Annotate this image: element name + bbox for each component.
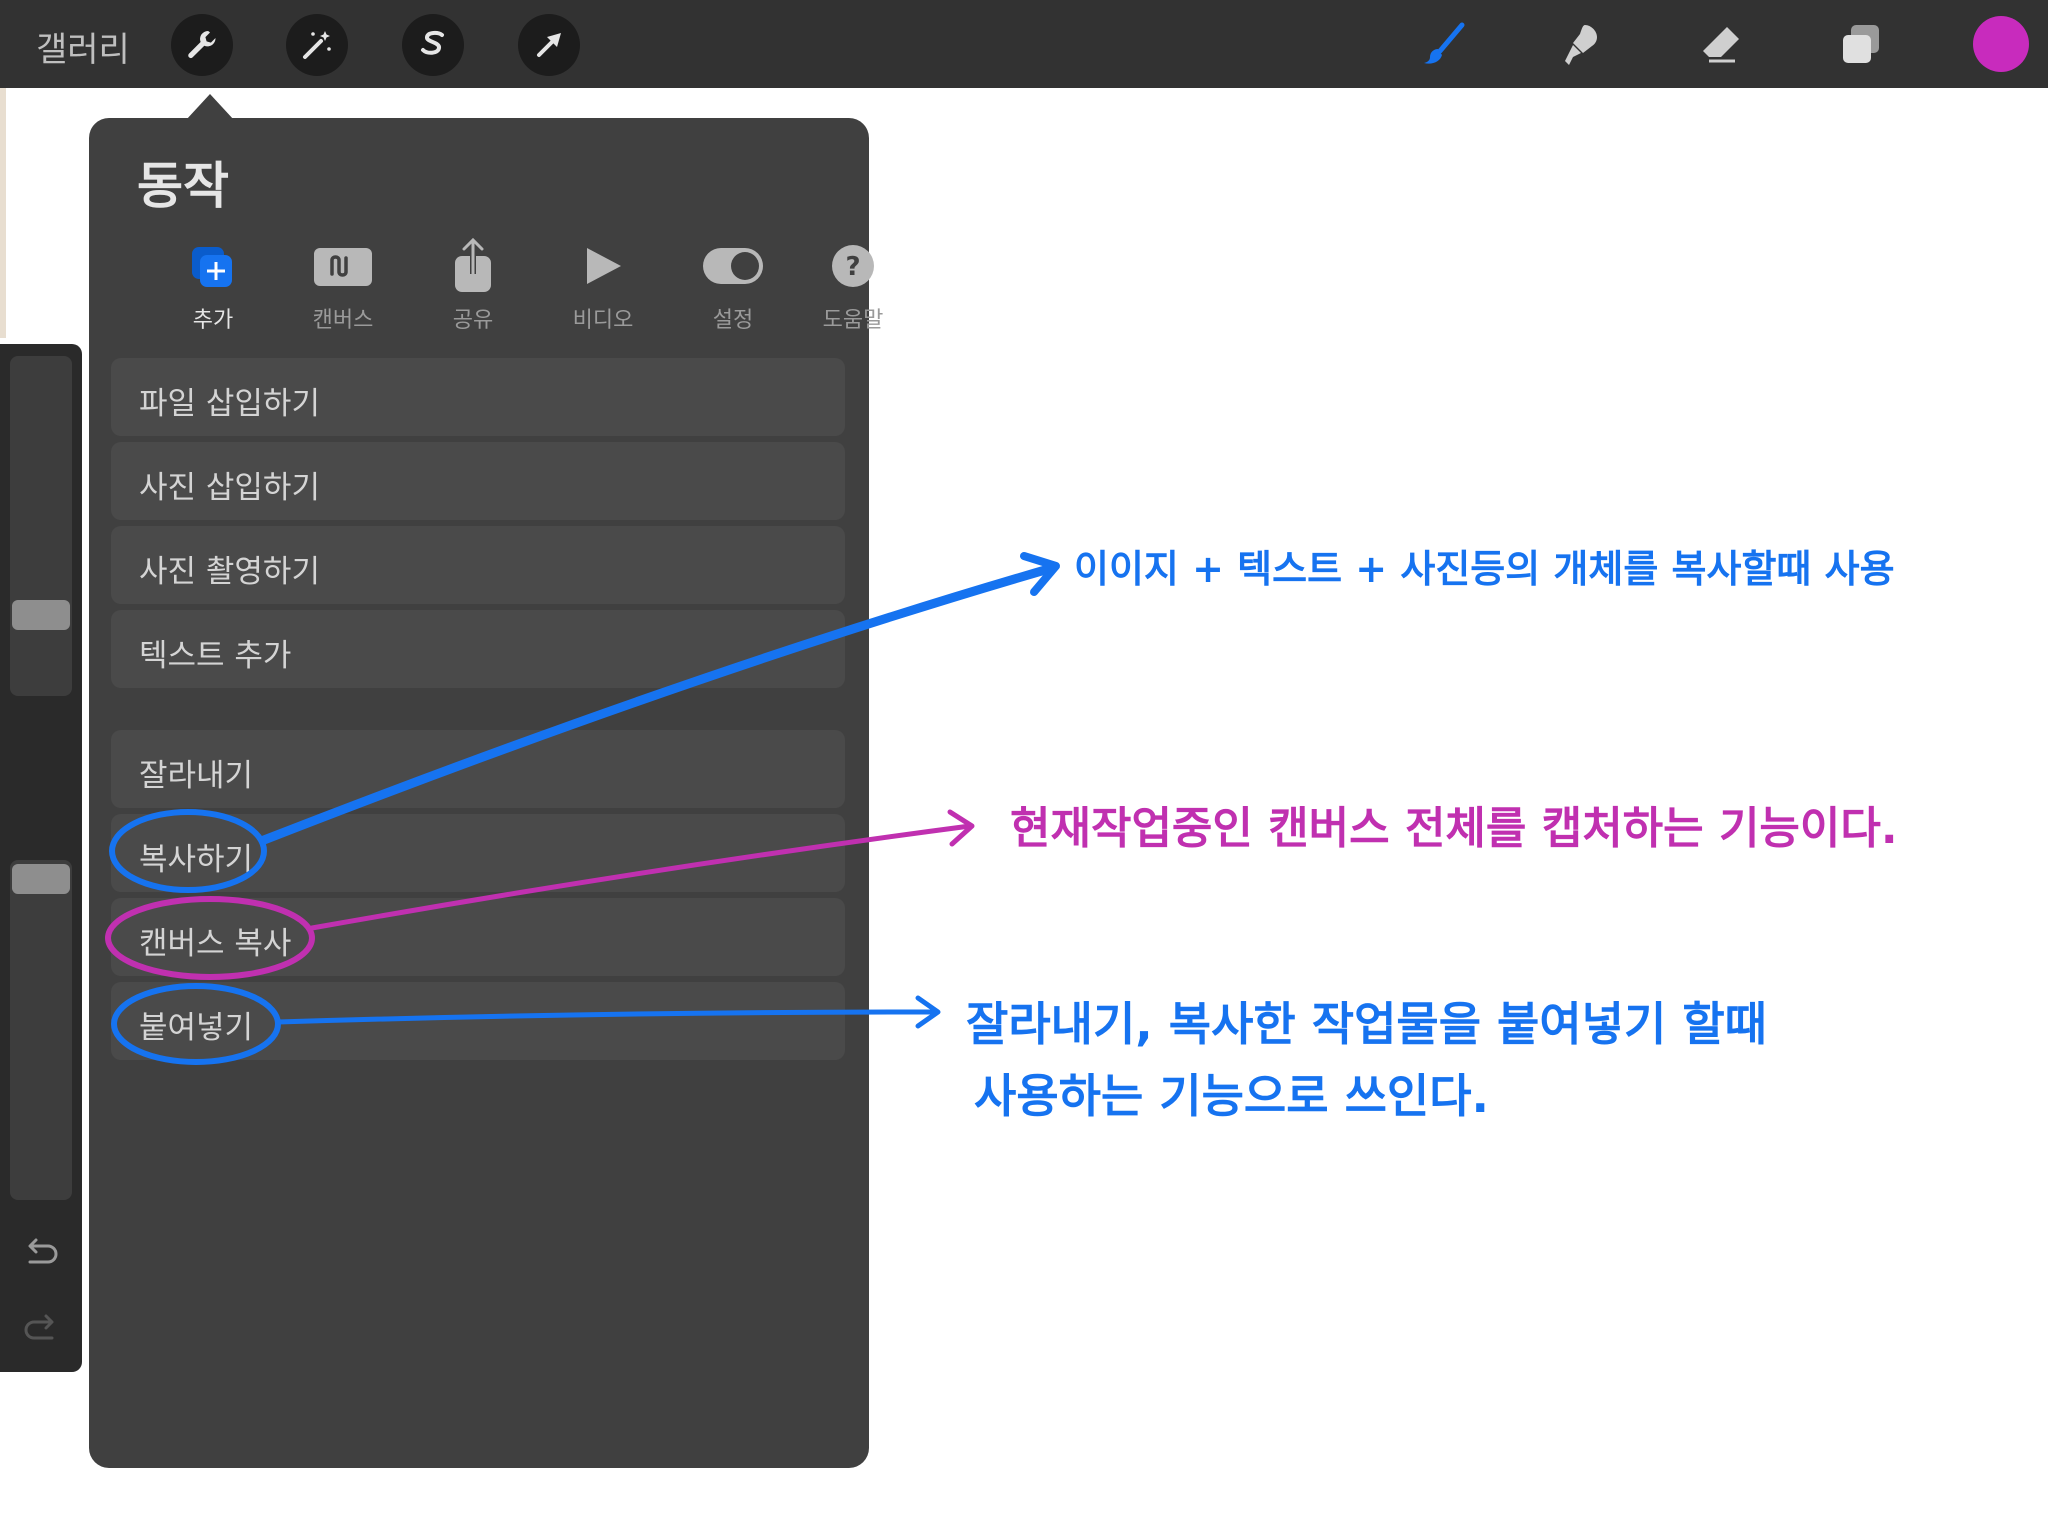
transform-arrow-icon — [537, 33, 561, 57]
paste-arrowhead — [915, 995, 941, 1029]
tab-video[interactable]: 비디오 — [543, 236, 663, 334]
tab-help[interactable]: ? 도움말 — [793, 236, 913, 334]
opacity-slider[interactable] — [10, 860, 72, 1200]
toggle-icon — [703, 248, 763, 284]
selection-s-icon — [421, 30, 444, 55]
tab-label: 캔버스 — [312, 308, 374, 333]
menu-copy-canvas[interactable]: 캔버스 복사 — [111, 898, 845, 976]
canvas-icon — [314, 248, 372, 286]
wrench-icon — [188, 31, 216, 59]
color-picker-button[interactable] — [1973, 16, 2029, 72]
brush-size-handle[interactable] — [12, 600, 70, 630]
help-icon: ? — [832, 245, 874, 287]
redo-icon[interactable] — [20, 1310, 62, 1352]
popover-title: 동작 — [137, 157, 229, 215]
eraser-icon — [1703, 27, 1739, 63]
left-sidebar — [0, 344, 82, 1372]
magic-wand-icon — [303, 31, 331, 59]
copy-arrowhead — [1020, 552, 1060, 596]
share-icon — [455, 237, 491, 292]
menu-cut[interactable]: 잘라내기 — [111, 730, 845, 808]
tab-label: 비디오 — [572, 308, 634, 333]
top-toolbar: 갤러리 — [0, 0, 2048, 88]
actions-wrench-button[interactable] — [171, 14, 233, 76]
menu-insert-photo[interactable]: 사진 삽입하기 — [111, 442, 845, 520]
brush-tool-button[interactable] — [1413, 14, 1475, 76]
canvas-edge — [0, 88, 6, 338]
add-icon — [192, 247, 232, 287]
menu-item-label: 파일 삽입하기 — [139, 386, 320, 422]
undo-icon[interactable] — [20, 1234, 62, 1276]
menu-take-photo[interactable]: 사진 촬영하기 — [111, 526, 845, 604]
opacity-handle[interactable] — [12, 864, 70, 894]
copy-annotation: 이이지 + 텍스트 + 사진등의 개체를 복사할때 사용 — [1074, 547, 1895, 591]
eraser-tool-button[interactable] — [1690, 14, 1752, 76]
menu-insert-file[interactable]: 파일 삽입하기 — [111, 358, 845, 436]
menu-add-text[interactable]: 텍스트 추가 — [111, 610, 845, 688]
tab-label: 도움말 — [822, 308, 884, 333]
layers-button[interactable] — [1830, 14, 1892, 76]
tab-add[interactable]: 추가 — [153, 236, 273, 334]
menu-item-label: 사진 삽입하기 — [139, 470, 320, 506]
layers-icon — [1843, 25, 1879, 63]
menu-item-label: 텍스트 추가 — [139, 638, 292, 674]
smudge-tool-button[interactable] — [1550, 14, 1612, 76]
popover-arrow — [186, 94, 234, 120]
tab-label: 설정 — [712, 308, 754, 333]
menu-paste[interactable]: 붙여넣기 — [111, 982, 845, 1060]
smudge-icon — [1565, 25, 1597, 65]
actions-popover: 동작 추가 캔버스 공유 비디오 설정 ? 도움말 파일 삽입하기 사진 삽입하… — [89, 118, 883, 1468]
tab-label: 추가 — [192, 308, 234, 333]
tab-label: 공유 — [452, 308, 494, 333]
paste-annotation-line1: 잘라내기, 복사한 작업물을 붙여넣기 할때 — [966, 997, 1767, 1051]
tab-share[interactable]: 공유 — [413, 236, 533, 334]
play-icon — [587, 248, 621, 284]
menu-item-label: 잘라내기 — [139, 758, 254, 794]
tab-canvas[interactable]: 캔버스 — [283, 236, 403, 334]
brush-icon — [1424, 22, 1465, 64]
paste-annotation-line2: 사용하는 기능으로 쓰인다. — [974, 1069, 1490, 1123]
svg-text:?: ? — [845, 252, 860, 282]
menu-item-label: 사진 촬영하기 — [139, 554, 320, 590]
gallery-button[interactable]: 갤러리 — [36, 22, 130, 71]
menu-item-label: 복사하기 — [139, 842, 254, 878]
transform-button[interactable] — [518, 14, 580, 76]
canvas-copy-arrowhead — [947, 809, 975, 847]
brush-size-slider[interactable] — [10, 356, 72, 696]
menu-item-label: 붙여넣기 — [139, 1010, 254, 1046]
selection-button[interactable] — [402, 14, 464, 76]
menu-item-label: 캔버스 복사 — [139, 926, 292, 962]
adjustments-button[interactable] — [286, 14, 348, 76]
canvas-copy-annotation: 현재작업중인 캔버스 전체를 캡처하는 기능이다. — [1010, 803, 1898, 854]
tab-settings[interactable]: 설정 — [673, 236, 793, 334]
menu-copy[interactable]: 복사하기 — [111, 814, 845, 892]
